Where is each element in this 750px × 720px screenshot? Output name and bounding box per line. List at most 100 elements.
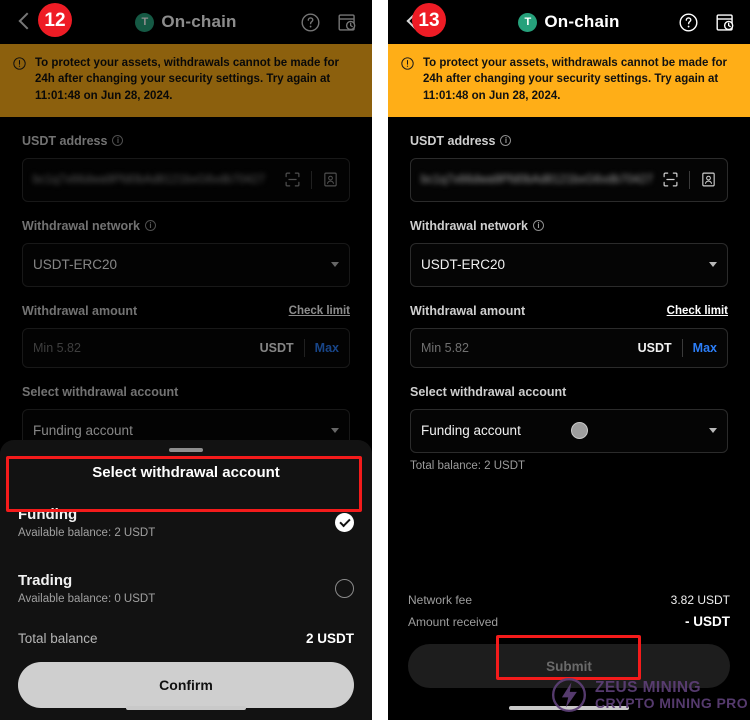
security-warning-banner: To protect your assets, withdrawals cann… bbox=[0, 44, 372, 117]
address-book-icon[interactable] bbox=[322, 171, 339, 188]
address-label: USDT address i bbox=[22, 134, 350, 148]
transaction-history-icon[interactable] bbox=[715, 12, 736, 33]
amount-placeholder: Min 5.82 bbox=[421, 340, 469, 355]
phone-screen-right: T On-chain To protect your assets, withd… bbox=[388, 0, 750, 720]
address-label: USDT address i bbox=[410, 134, 728, 148]
page-title-text: On-chain bbox=[161, 12, 237, 31]
network-label-text: Withdrawal network bbox=[22, 218, 140, 233]
input-divider bbox=[311, 170, 312, 189]
confirm-button[interactable]: Confirm bbox=[18, 662, 354, 708]
amount-label-text: Withdrawal amount bbox=[22, 303, 138, 318]
account-option-name: Funding bbox=[18, 506, 78, 523]
account-option-trading[interactable]: Trading Available balance: 0 USDT bbox=[0, 561, 372, 617]
chevron-down-icon bbox=[331, 262, 339, 268]
network-fee-label: Network fee bbox=[408, 593, 473, 607]
amount-field-group: Withdrawal amount Check limit Min 5.82 U… bbox=[410, 304, 728, 368]
amount-label-row: Withdrawal amount Check limit bbox=[22, 304, 350, 318]
radio-circle-icon[interactable] bbox=[335, 579, 354, 598]
help-circle-icon[interactable] bbox=[300, 12, 321, 33]
chevron-down-icon bbox=[709, 428, 717, 434]
scan-qr-icon[interactable] bbox=[284, 171, 301, 188]
step-badge-13: 13 bbox=[412, 3, 446, 37]
select-account-bottom-sheet: Select withdrawal account Funding Availa… bbox=[0, 440, 372, 720]
amount-placeholder: Min 5.82 bbox=[33, 340, 81, 355]
account-label-text: Select withdrawal account bbox=[22, 384, 179, 399]
info-icon[interactable]: i bbox=[532, 220, 544, 232]
address-label-text: USDT address bbox=[22, 133, 108, 148]
amount-unit: USDT bbox=[259, 340, 294, 355]
network-field-group: Withdrawal network i USDT-ERC20 bbox=[410, 219, 728, 287]
input-divider bbox=[681, 338, 683, 357]
amount-field-group: Withdrawal amount Check limit Min 5.82 U… bbox=[22, 304, 350, 368]
amount-received-row: Amount received - USDT bbox=[408, 614, 730, 629]
security-warning-banner: To protect your assets, withdrawals cann… bbox=[388, 44, 750, 117]
check-circle-icon[interactable] bbox=[335, 513, 354, 532]
watermark-line2: CRYPTO MINING PRO bbox=[594, 694, 748, 711]
amount-received-label: Amount received bbox=[408, 615, 499, 629]
fee-summary: Network fee 3.82 USDT Amount received - … bbox=[388, 593, 750, 636]
watermark-line1: ZEUS MINING bbox=[594, 678, 701, 696]
alert-circle-icon bbox=[401, 57, 414, 70]
sheet-total-label: Total balance bbox=[18, 631, 98, 646]
input-divider bbox=[303, 338, 305, 357]
account-option-funding[interactable]: Funding Available balance: 2 USDT bbox=[0, 495, 372, 551]
network-select[interactable]: USDT-ERC20 bbox=[22, 242, 350, 287]
withdraw-form-right: USDT address i bc1q7x66dwa9Pfd0bAd8121bx… bbox=[388, 134, 750, 472]
chevron-left-icon[interactable] bbox=[14, 11, 36, 33]
amount-input[interactable]: Min 5.82 USDT Max bbox=[410, 327, 728, 368]
amount-input[interactable]: Min 5.82 USDT Max bbox=[22, 327, 350, 368]
help-circle-icon[interactable] bbox=[678, 12, 699, 33]
address-value: bc1q7x66dwa9Pfd0bAd8121bxG6vdb70427 bbox=[33, 173, 266, 186]
network-select[interactable]: USDT-ERC20 bbox=[410, 242, 728, 287]
account-option-name: Trading bbox=[18, 572, 73, 589]
tether-logo-icon: T bbox=[518, 12, 538, 32]
phone-screen-left: T On-chain To protect your assets, withd… bbox=[0, 0, 372, 720]
page-title-text: On-chain bbox=[544, 12, 620, 31]
check-limit-link[interactable]: Check limit bbox=[667, 305, 728, 317]
address-field-group: USDT address i bc1q7x66dwa9Pfd0bAd8121bx… bbox=[22, 134, 350, 202]
account-label-text: Select withdrawal account bbox=[410, 384, 567, 399]
chevron-down-icon bbox=[709, 262, 717, 268]
address-input[interactable]: bc1q7x66dwa9Pfd0bAd8121bxG6vdb70427 bbox=[22, 157, 350, 202]
scan-qr-icon[interactable] bbox=[662, 171, 679, 188]
account-select[interactable]: Funding account bbox=[410, 408, 728, 453]
info-icon[interactable]: i bbox=[144, 220, 156, 232]
input-divider bbox=[689, 170, 690, 189]
zeus-bolt-logo-icon bbox=[551, 677, 586, 713]
check-limit-link[interactable]: Check limit bbox=[289, 305, 350, 317]
total-balance-inline: Total balance: 2 USDT bbox=[410, 459, 526, 472]
network-fee-row: Network fee 3.82 USDT bbox=[408, 593, 730, 607]
account-field-group: Select withdrawal account Funding accoun… bbox=[410, 385, 728, 472]
panel-divider bbox=[372, 0, 388, 720]
account-option-text: Trading Available balance: 0 USDT bbox=[18, 572, 335, 605]
left-screen-dimmed-content: T On-chain To protect your assets, withd… bbox=[0, 0, 372, 453]
home-indicator bbox=[126, 706, 246, 710]
navbar-actions-right bbox=[678, 12, 736, 33]
account-option-balance: Available balance: 2 USDT bbox=[18, 527, 156, 539]
info-icon[interactable]: i bbox=[112, 135, 124, 147]
watermark-text: ZEUS MINING CRYPTO MINING PRO bbox=[594, 678, 748, 711]
max-button[interactable]: Max bbox=[315, 341, 339, 355]
amount-received-value: - USDT bbox=[685, 614, 730, 629]
network-value: USDT-ERC20 bbox=[421, 257, 506, 273]
watermark: ZEUS MINING CRYPTO MINING PRO bbox=[550, 676, 748, 714]
network-label: Withdrawal network i bbox=[410, 219, 728, 233]
network-label: Withdrawal network i bbox=[22, 219, 350, 233]
alert-circle-icon bbox=[13, 57, 26, 70]
network-field-group: Withdrawal network i USDT-ERC20 bbox=[22, 219, 350, 287]
address-input[interactable]: bc1q7x66dwa9Pfd0bAd8121bxG6vdb70427 bbox=[410, 157, 728, 202]
info-icon[interactable]: i bbox=[500, 135, 512, 147]
address-value: bc1q7x66dwa9Pfd0bAd8121bxG6vdb70427 bbox=[421, 173, 654, 186]
address-field-group: USDT address i bc1q7x66dwa9Pfd0bAd8121bx… bbox=[410, 134, 728, 202]
sheet-total-row: Total balance 2 USDT bbox=[0, 617, 372, 656]
transaction-history-icon[interactable] bbox=[337, 12, 358, 33]
account-value: Funding account bbox=[33, 423, 133, 439]
sheet-total-value: 2 USDT bbox=[305, 631, 354, 646]
screenshot-stage: T On-chain To protect your assets, withd… bbox=[0, 0, 750, 720]
touch-indicator-dot bbox=[570, 422, 588, 440]
amount-label-text: Withdrawal amount bbox=[410, 303, 526, 318]
max-button[interactable]: Max bbox=[693, 341, 717, 355]
chevron-down-icon bbox=[331, 428, 339, 434]
address-book-icon[interactable] bbox=[700, 171, 717, 188]
network-fee-value: 3.82 USDT bbox=[670, 593, 730, 607]
